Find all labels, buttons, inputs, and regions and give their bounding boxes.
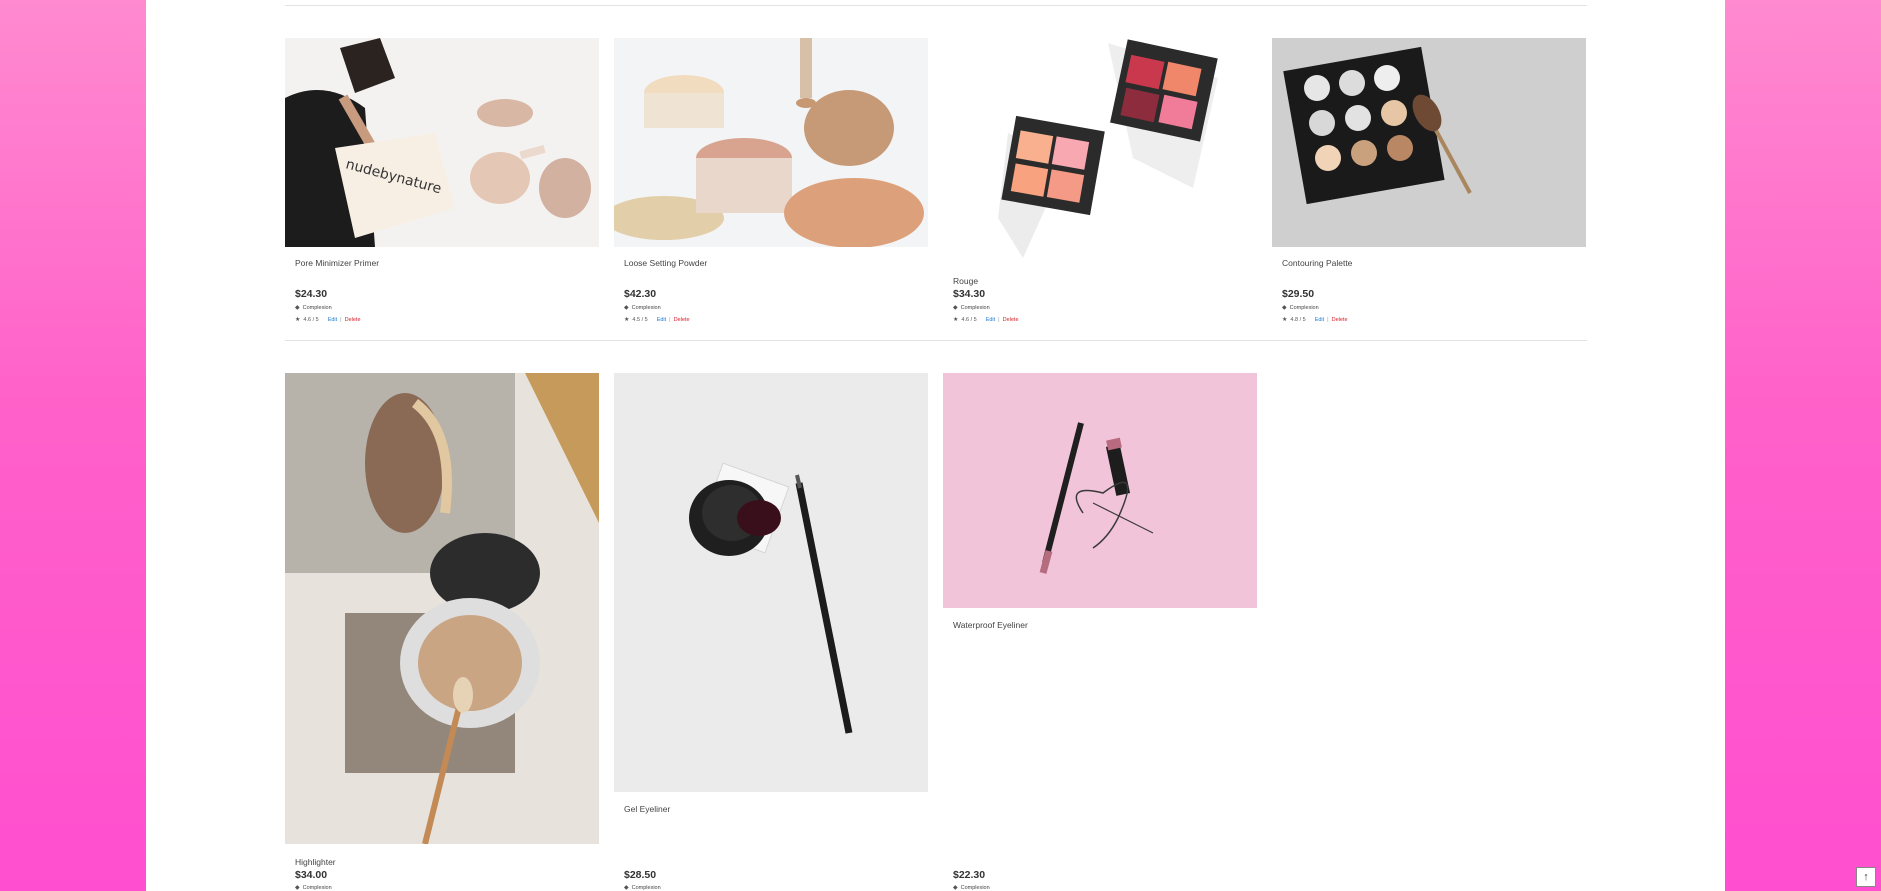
tag-icon: ◆ — [953, 885, 958, 891]
product-card[interactable]: Rouge $34.30 ◆ Complexion ★ 4.6 / 5 Edit… — [943, 38, 1257, 330]
product-card[interactable]: Loose Setting Powder $42.30 ◆ Complexion… — [614, 38, 928, 330]
category-label: Complexion — [631, 305, 661, 311]
product-price: $29.50 — [1282, 288, 1315, 300]
product-price: $34.00 — [295, 869, 328, 881]
star-icon: ★ — [295, 317, 301, 323]
product-card[interactable]: Highlighter $34.00 ◆ Complexion — [285, 373, 599, 891]
delete-link[interactable]: Delete — [674, 317, 690, 323]
delete-link[interactable]: Delete — [1003, 317, 1019, 323]
separator: | — [340, 317, 342, 323]
separator: | — [669, 317, 671, 323]
product-name: Loose Setting Powder — [624, 258, 708, 268]
star-icon: ★ — [1282, 317, 1288, 323]
edit-link[interactable]: Edit — [328, 317, 337, 323]
category-label: Complexion — [302, 885, 332, 891]
edit-link[interactable]: Edit — [986, 317, 995, 323]
arrow-up-icon: ↑ — [1863, 871, 1869, 883]
rating-text: 4.8 / 5 — [1290, 317, 1306, 323]
rating-text: 4.6 / 5 — [961, 317, 977, 323]
delete-link[interactable]: Delete — [1332, 317, 1348, 323]
product-name: Gel Eyeliner — [624, 804, 671, 814]
product-meta: ★ 4.6 / 5 Edit | Delete — [953, 317, 1019, 323]
product-image-waterproof-eyeliner[interactable] — [943, 373, 1257, 608]
divider-top — [285, 5, 1587, 6]
edit-link[interactable]: Edit — [1315, 317, 1324, 323]
product-card[interactable]: nudebynature Pore Minimizer Primer $24.3… — [285, 38, 599, 330]
separator: | — [998, 317, 1000, 323]
scroll-to-top-button[interactable]: ↑ — [1856, 867, 1876, 887]
product-image-primer[interactable]: nudebynature — [285, 38, 599, 247]
product-card[interactable]: Gel Eyeliner $28.50 ◆ Complexion — [614, 373, 928, 891]
tag-icon: ◆ — [295, 305, 300, 311]
delete-link[interactable]: Delete — [345, 317, 361, 323]
product-name: Waterproof Eyeliner — [953, 620, 1028, 630]
product-price: $24.30 — [295, 288, 328, 300]
tag-icon: ◆ — [953, 305, 958, 311]
rating-text: 4.5 / 5 — [632, 317, 648, 323]
product-image-contouring-palette[interactable] — [1272, 38, 1586, 247]
category-label: Complexion — [960, 305, 990, 311]
product-category: ◆ Complexion — [624, 305, 661, 311]
product-category: ◆ Complexion — [295, 305, 332, 311]
product-card[interactable]: Waterproof Eyeliner $22.30 ◆ Complexion — [943, 373, 1257, 891]
tag-icon: ◆ — [624, 305, 629, 311]
edit-link[interactable]: Edit — [657, 317, 666, 323]
product-category: ◆ Complexion — [295, 885, 332, 891]
product-image-rouge[interactable] — [943, 38, 1257, 263]
product-meta: ★ 4.6 / 5 Edit | Delete — [295, 317, 361, 323]
product-category: ◆ Complexion — [953, 305, 990, 311]
product-name: Contouring Palette — [1282, 258, 1353, 268]
category-label: Complexion — [960, 885, 990, 891]
product-category: ◆ Complexion — [624, 885, 661, 891]
category-label: Complexion — [1289, 305, 1319, 311]
category-label: Complexion — [302, 305, 332, 311]
rating-text: 4.6 / 5 — [303, 317, 319, 323]
product-name: Pore Minimizer Primer — [295, 258, 380, 268]
product-meta: ★ 4.5 / 5 Edit | Delete — [624, 317, 690, 323]
product-page: nudebynature Pore Minimizer Primer $24.3… — [146, 0, 1725, 891]
product-price: $22.30 — [953, 869, 986, 881]
product-category: ◆ Complexion — [953, 885, 990, 891]
product-price: $34.30 — [953, 288, 986, 300]
product-card[interactable]: Contouring Palette $29.50 ◆ Complexion ★… — [1272, 38, 1586, 330]
separator: | — [1327, 317, 1329, 323]
star-icon: ★ — [624, 317, 630, 323]
product-meta: ★ 4.8 / 5 Edit | Delete — [1282, 317, 1348, 323]
tag-icon: ◆ — [295, 885, 300, 891]
tag-icon: ◆ — [1282, 305, 1287, 311]
product-image-setting-powder[interactable] — [614, 38, 928, 247]
product-image-highlighter[interactable] — [285, 373, 599, 844]
product-price: $42.30 — [624, 288, 657, 300]
tag-icon: ◆ — [624, 885, 629, 891]
product-image-gel-eyeliner[interactable] — [614, 373, 928, 792]
star-icon: ★ — [953, 317, 959, 323]
product-price: $28.50 — [624, 869, 657, 881]
product-name: Highlighter — [295, 857, 336, 867]
product-name: Rouge — [953, 276, 979, 286]
category-label: Complexion — [631, 885, 661, 891]
divider-row — [285, 340, 1587, 341]
product-category: ◆ Complexion — [1282, 305, 1319, 311]
